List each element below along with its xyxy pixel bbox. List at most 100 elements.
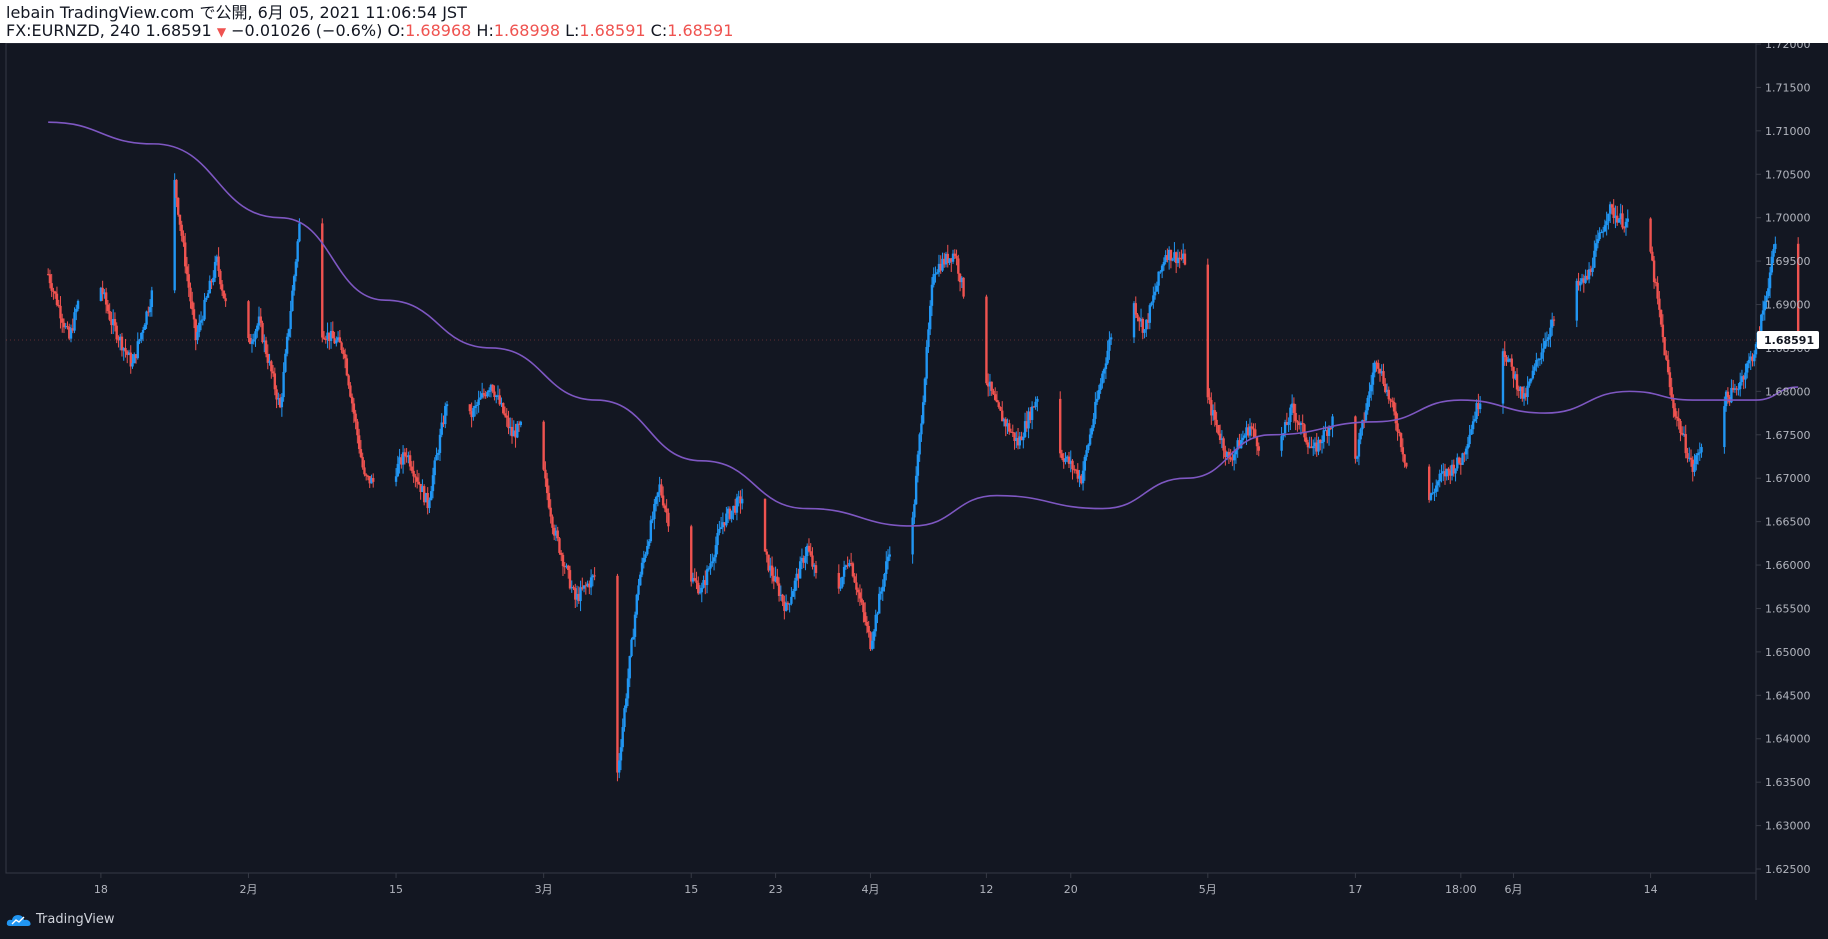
price-chart[interactable]: 1.72000 1.71500 1.71000 1.70500 1.70000 1.695… xyxy=(0,43,1828,900)
candle-body xyxy=(714,545,718,558)
candle-body xyxy=(1549,327,1552,338)
candle-body xyxy=(282,371,285,398)
candle-body xyxy=(1649,218,1652,252)
candle-body xyxy=(280,397,284,408)
candle-body xyxy=(75,308,78,313)
candle-body xyxy=(115,325,118,340)
candle-body xyxy=(811,555,814,567)
candle-body xyxy=(1030,406,1034,420)
candle-body xyxy=(342,350,345,355)
candle-body xyxy=(1094,401,1097,419)
candle-body xyxy=(292,276,296,291)
candle-body xyxy=(700,587,703,593)
candle-body xyxy=(198,322,201,332)
candle-body xyxy=(1466,444,1470,449)
candle-body xyxy=(1435,485,1438,492)
candle-body xyxy=(1364,410,1368,421)
candle-body xyxy=(445,404,449,407)
candle-body xyxy=(1501,351,1505,404)
price-tick-label: 1.67000 xyxy=(1765,472,1811,485)
candle-body xyxy=(656,492,660,498)
candle-body xyxy=(1305,437,1308,443)
candle-body xyxy=(1547,337,1550,340)
candle-body xyxy=(176,197,180,215)
candle-body xyxy=(507,417,510,429)
candle-body xyxy=(690,526,693,582)
candle-body xyxy=(735,497,739,513)
candle-body xyxy=(284,353,287,372)
candle-body xyxy=(220,284,224,291)
candle-body xyxy=(340,342,343,351)
candle-body xyxy=(876,613,879,615)
candle-body xyxy=(294,261,298,277)
candle-body xyxy=(1088,434,1092,445)
candle-body xyxy=(187,274,190,288)
candle-body xyxy=(1097,389,1101,399)
candle-body xyxy=(50,283,53,291)
candle-body xyxy=(1429,493,1433,500)
price-axis[interactable]: 1.72000 1.71500 1.71000 1.70500 1.70000 1.695… xyxy=(1756,43,1811,876)
low-label: L: xyxy=(565,21,580,40)
candle-body xyxy=(1695,455,1698,465)
candle-body xyxy=(626,678,630,699)
candle-body xyxy=(1526,385,1529,398)
candle-body xyxy=(1726,391,1730,397)
candle-body xyxy=(1322,430,1325,442)
candle-body xyxy=(1368,391,1371,398)
candle-body xyxy=(271,371,275,374)
candle-body xyxy=(1101,373,1104,384)
candle-body xyxy=(932,274,935,285)
last-price-tag-label: 1.68591 xyxy=(1764,334,1814,347)
price-tick-label: 1.67500 xyxy=(1765,429,1811,442)
candle-body xyxy=(322,337,326,339)
candle-body xyxy=(150,290,154,308)
time-axis[interactable]: 18 2月 15 3月 15 23 4月 12 20 5月 17 18:00 6月 14 xyxy=(94,873,1658,896)
candle-body xyxy=(335,340,338,344)
candle-body xyxy=(1099,383,1102,390)
candle-body xyxy=(640,562,644,575)
candle-body xyxy=(217,256,220,271)
candle-body xyxy=(1651,251,1654,261)
candle-body xyxy=(1036,398,1039,402)
candle-body xyxy=(1471,421,1475,430)
price-tick-label: 1.63500 xyxy=(1765,776,1811,789)
price-tick-label: 1.64000 xyxy=(1765,733,1811,746)
candle-body xyxy=(837,572,841,589)
price-tick-label: 1.70000 xyxy=(1765,212,1811,225)
candle-body xyxy=(1250,426,1253,429)
candle-body xyxy=(1621,213,1624,228)
candle-body xyxy=(839,586,842,589)
candle-body xyxy=(916,454,920,476)
candle-body xyxy=(1753,354,1756,362)
price-tick-label: 1.71500 xyxy=(1765,81,1811,94)
tradingview-logo[interactable]: TradingView xyxy=(6,912,115,927)
candle-body xyxy=(632,636,635,640)
candle-body xyxy=(1403,454,1406,463)
candle-body xyxy=(1217,425,1220,434)
candle-body xyxy=(651,519,654,521)
candle-body xyxy=(503,413,507,416)
candle-body xyxy=(623,708,626,728)
candle-body xyxy=(289,310,292,330)
candle-body xyxy=(357,435,361,450)
candle-body xyxy=(256,325,259,332)
candle-body xyxy=(1327,427,1331,436)
candle-body xyxy=(1552,319,1556,321)
candle-body xyxy=(433,460,436,476)
candle-body xyxy=(261,322,264,343)
candle-body xyxy=(180,224,183,236)
price-tick-label: 1.70500 xyxy=(1765,168,1811,181)
candle-body xyxy=(1679,420,1682,434)
candle-body xyxy=(693,578,696,581)
candle-body xyxy=(667,512,670,527)
candle-body xyxy=(955,255,958,259)
candle-body xyxy=(697,582,700,594)
candle-body xyxy=(1675,416,1679,419)
candle-body xyxy=(633,614,637,637)
candle-body xyxy=(143,324,147,330)
chart-area[interactable]: 1.72000 1.71500 1.71000 1.70500 1.70000 1.695… xyxy=(0,43,1828,900)
candle-body xyxy=(1666,359,1670,373)
candle-body xyxy=(1292,403,1296,413)
candle-body xyxy=(841,576,844,587)
close-label: C: xyxy=(650,21,668,40)
